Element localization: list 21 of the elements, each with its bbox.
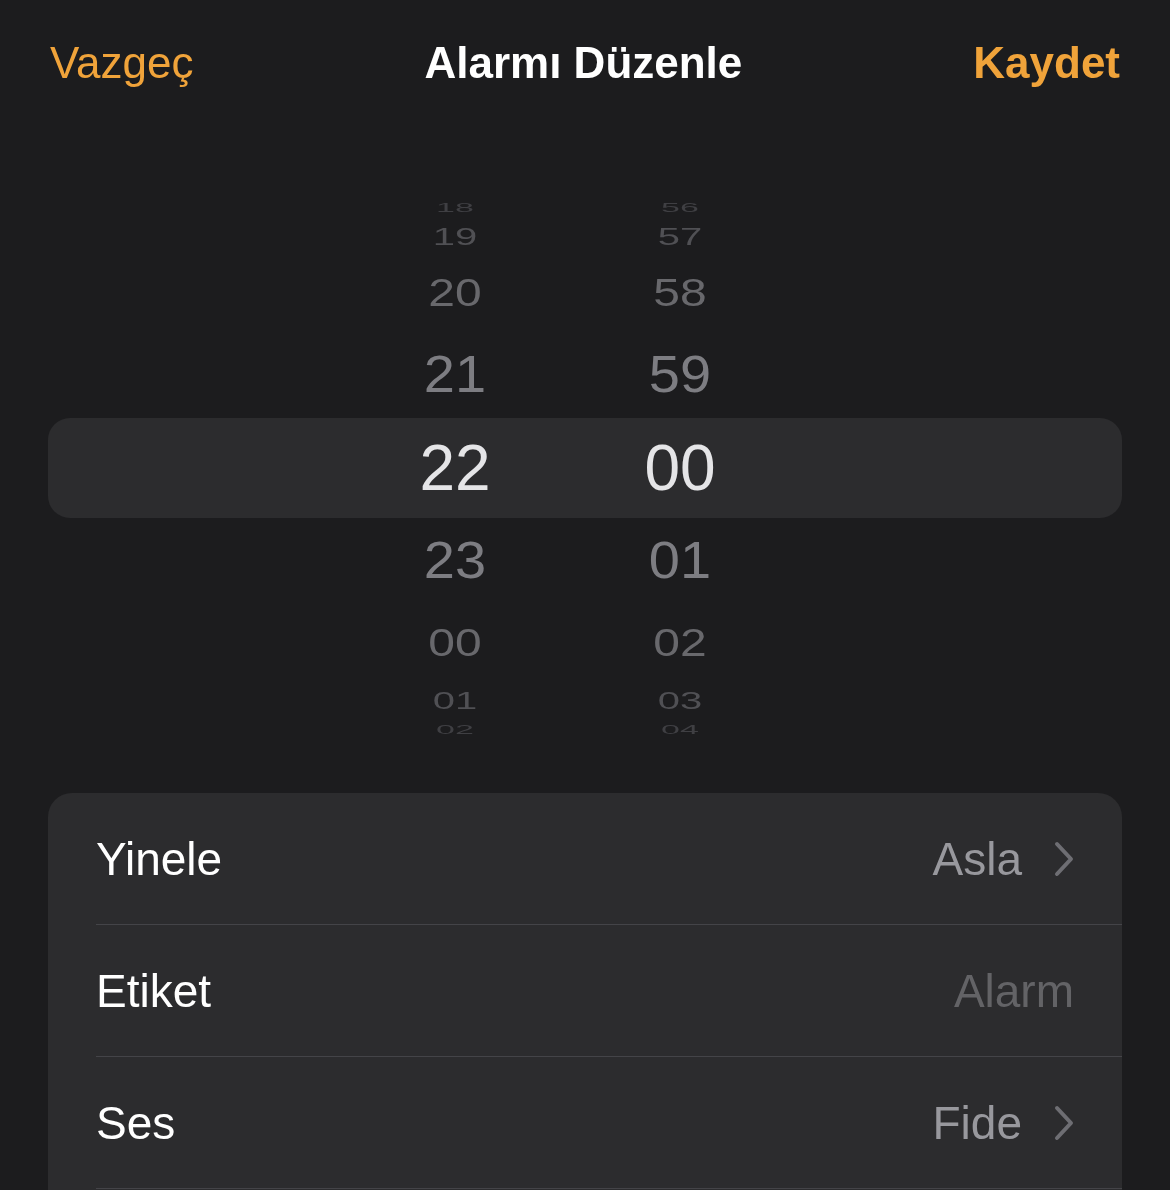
setting-value[interactable]: Fide [932,1095,1022,1150]
minute-value[interactable]: 58 [600,273,760,313]
cancel-button[interactable]: Vazgeç [50,37,194,88]
setting-value[interactable]: Asla [932,831,1022,886]
setting-label: Etiket [96,963,213,1018]
setting-label: Ses [96,1095,177,1150]
chevron-icon [1054,840,1074,877]
hour-value[interactable]: 00 [375,623,535,663]
minute-value[interactable]: 01 [600,535,760,587]
hour-value[interactable]: 23 [375,535,535,587]
hour-value[interactable]: 22 [375,436,535,500]
hour-value[interactable]: 20 [375,273,535,313]
minute-value[interactable]: 59 [600,349,760,401]
screen-title: Alarmı Düzenle [424,37,743,88]
minute-value[interactable]: 00 [600,436,760,500]
chevron-icon [1054,1104,1074,1141]
setting-label: Yinele [96,831,224,886]
minute-value[interactable]: 02 [600,623,760,663]
input-field[interactable]: Alarm [774,963,1074,1018]
save-button[interactable]: Kaydet [973,37,1120,88]
hour-value[interactable]: 21 [375,349,535,401]
